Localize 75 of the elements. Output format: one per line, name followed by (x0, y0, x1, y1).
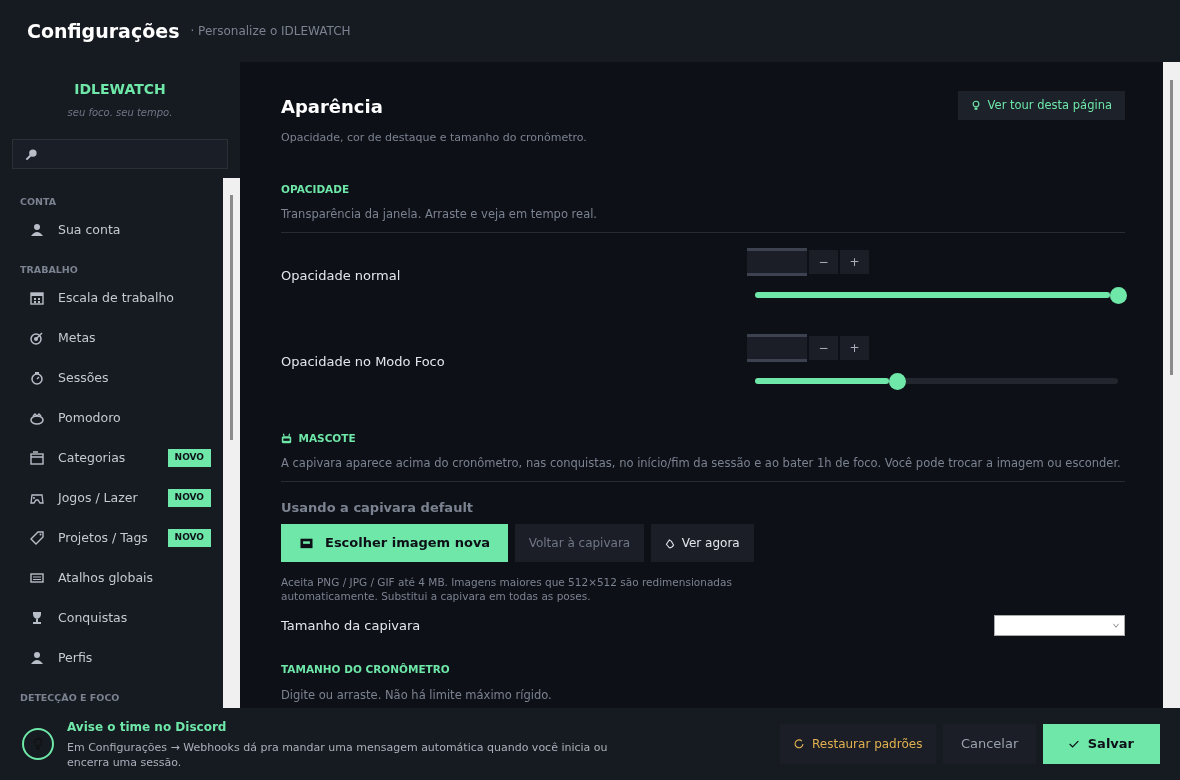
image-icon (299, 537, 314, 549)
sidebar-item[interactable]: Atalhos globais (0, 558, 223, 598)
group-heading: TAMANHO DO CRONÔMETRO (281, 662, 450, 678)
section-title: Aparência (281, 95, 384, 119)
tip-title: Avise o time no Discord (67, 718, 228, 736)
page-title: Configurações (27, 18, 180, 44)
choose-image-button[interactable]: Escolher imagem nova (281, 524, 509, 562)
number-field[interactable] (747, 333, 807, 362)
group-description: Transparência da janela. Arraste e veja em tempo real. (281, 207, 598, 222)
increment-button[interactable]: + (840, 335, 869, 360)
tomato-icon (30, 411, 44, 425)
sidebar-item[interactable]: Metas (0, 318, 223, 358)
restore-defaults-button[interactable]: Restaurar padrões (780, 724, 937, 764)
decrement-button[interactable]: − (809, 249, 838, 274)
setting-label: Opacidade no Modo Foco (281, 352, 445, 371)
sidebar-item[interactable]: Conquistas (0, 598, 223, 638)
keyboard-icon (30, 571, 44, 585)
sidebar-item[interactable]: Escala de trabalho (0, 278, 223, 318)
group-description: A capivara aparece acima do cronômetro, nas conquistas, no início/fim da sessão e ao bater 1h de foco. Você pode trocar a imagem ou esconder. (281, 456, 1121, 471)
tip-text: Em Configurações → Webhooks dá pra mandar uma mensagem automática quando você inicia ou encerra uma sessão. (67, 739, 609, 771)
sidebar-item[interactable]: Pomodoro (0, 398, 223, 438)
increment-button[interactable]: + (840, 249, 869, 274)
cancel-button[interactable]: Cancelar (942, 724, 1037, 764)
scrollbar-thumb[interactable] (1170, 80, 1173, 375)
setting-label: Tamanho da capivara (281, 617, 421, 636)
person-icon (30, 223, 44, 237)
number-field[interactable] (747, 247, 807, 276)
scrollbar[interactable] (1163, 62, 1180, 708)
calendar-icon (30, 291, 44, 305)
check-icon (1068, 739, 1079, 749)
slider-thumb[interactable] (888, 372, 906, 390)
sidebar-item[interactable]: Sessões (0, 358, 223, 398)
target-icon (30, 331, 44, 345)
scrollbar[interactable] (223, 178, 240, 708)
sidebar-item[interactable]: Perfis (0, 638, 223, 678)
brand-name: IDLEWATCH (73, 80, 167, 99)
refresh-icon (794, 739, 804, 749)
tag-icon (30, 531, 44, 545)
scrollbar-thumb[interactable] (230, 195, 233, 440)
group-description: Digite ou arraste. Não há limite máximo rígido. (281, 688, 552, 703)
search-icon (25, 147, 38, 161)
page-subtitle: · Personalize o IDLEWATCH (190, 23, 351, 40)
brand-tagline: seu foco. seu tempo. (66, 106, 174, 120)
decrement-button[interactable]: − (809, 335, 838, 360)
sidebar-item[interactable]: Categorias NOVO (0, 438, 223, 478)
slider-thumb[interactable] (1110, 286, 1127, 304)
new-badge: NOVO (167, 529, 211, 547)
new-badge: NOVO (167, 489, 211, 507)
tour-button[interactable]: Ver tour desta página (958, 91, 1125, 121)
sidebar-item[interactable]: Sua conta (0, 210, 223, 250)
group-heading: OPACIDADE (281, 181, 350, 197)
hint-text: Aceita PNG / JPG / GIF até 4 MB. Imagens maiores que 512×512 são redimensionadas automaticamente. Substitui a capivara em todas as poses. (281, 576, 733, 604)
trophy-icon (30, 611, 44, 625)
section-label: DETECÇÃO E FOCO (20, 690, 120, 705)
setting-label: Opacidade normal (281, 266, 401, 285)
robot-icon (281, 432, 292, 444)
section-subtitle: Opacidade, cor de destaque e tamanho do cronômetro. (281, 130, 587, 146)
sidebar-item[interactable]: Projetos / Tags NOVO (0, 518, 223, 558)
size-dropdown[interactable] (994, 615, 1125, 637)
section-label: CONTA (20, 194, 57, 209)
status-text: Usando a capivara default (281, 498, 475, 517)
gamepad-icon (30, 491, 44, 505)
group-heading: MASCOTE (298, 430, 356, 446)
reset-mascot-button[interactable]: Voltar à capivara (514, 524, 645, 562)
person-icon (30, 651, 44, 665)
section-label: TRABALHO (20, 262, 78, 277)
sidebar-item[interactable]: Jogos / Lazer NOVO (0, 478, 223, 518)
stopwatch-icon (30, 371, 44, 385)
search-field[interactable] (12, 139, 228, 169)
folder-icon (30, 451, 44, 465)
preview-button[interactable]: Ver agora (650, 524, 754, 562)
new-badge: NOVO (167, 449, 211, 467)
lightbulb-icon (971, 100, 982, 112)
save-button[interactable]: Salvar (1042, 724, 1160, 764)
chevron-down-icon (1110, 622, 1121, 629)
